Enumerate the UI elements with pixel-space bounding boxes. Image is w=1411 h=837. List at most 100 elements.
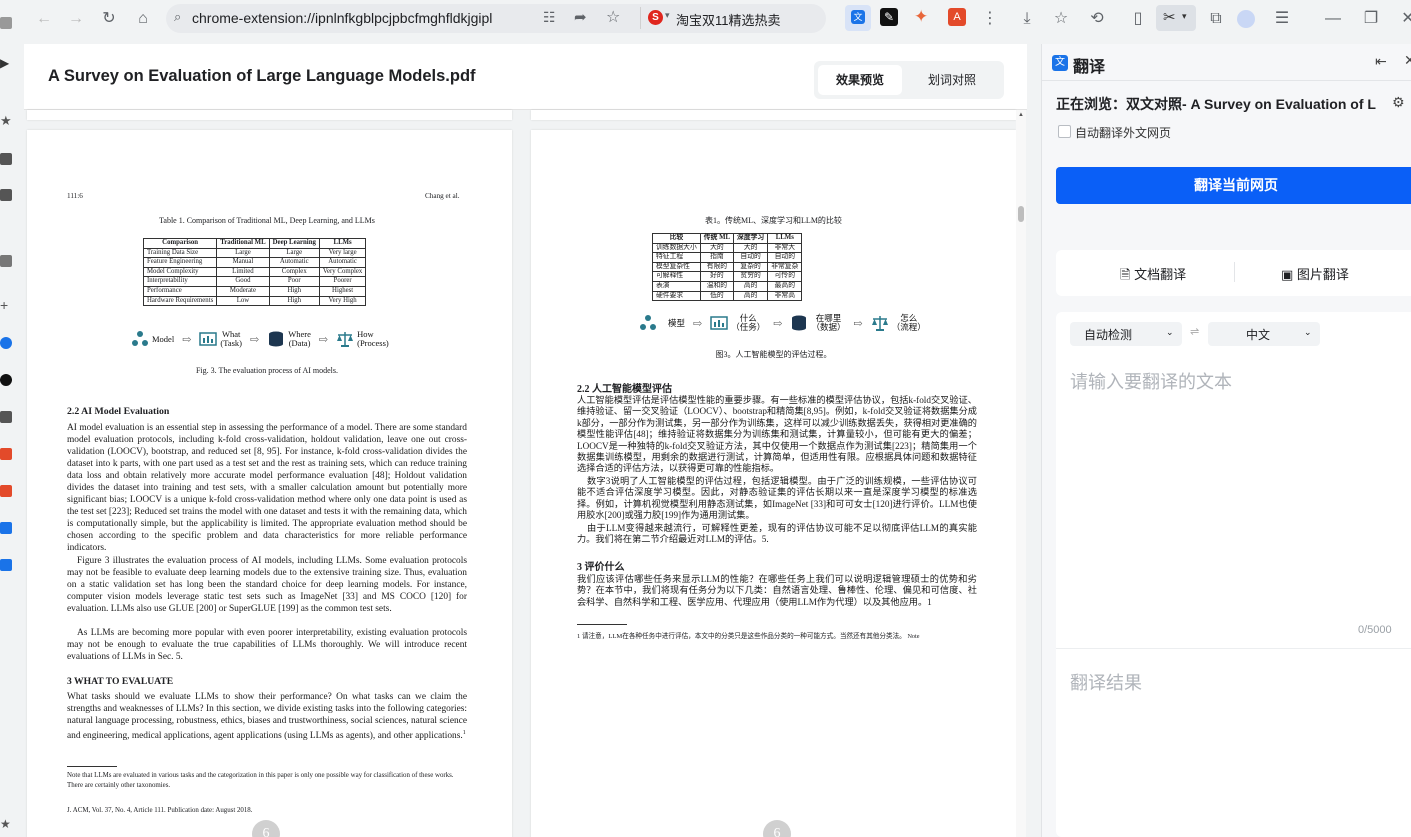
paragraph: What tasks should we evaluate LLMs to sh…: [67, 691, 467, 742]
scroll-up-icon[interactable]: ▲: [1018, 112, 1024, 118]
apps-icon[interactable]: [0, 189, 12, 201]
source-language-select[interactable]: 自动检测 ⌄: [1070, 322, 1182, 346]
pdf-viewer: A Survey on Evaluation of Large Language…: [24, 44, 1027, 837]
forward-icon[interactable]: →: [65, 8, 87, 30]
flow-where-sub: (Data): [288, 338, 311, 348]
table-row: Interpretability Good Poor Poorer: [142, 276, 367, 287]
table-cell: 大的: [733, 242, 769, 254]
reader-icon[interactable]: ☷: [543, 9, 556, 26]
table-cell: Very large: [318, 247, 367, 259]
table-cell: Feature Engineering: [142, 257, 218, 268]
target-language-select[interactable]: 中文 ⌄: [1208, 322, 1320, 346]
bookmark-link[interactable]: 淘宝双11精选热卖: [676, 10, 781, 29]
tab-document-label: 文档翻译: [1134, 267, 1187, 282]
pdf-icon[interactable]: A: [948, 8, 966, 26]
back-icon[interactable]: ←: [33, 8, 55, 30]
translate-ext-button[interactable]: 文: [845, 5, 871, 31]
add-icon[interactable]: +: [0, 297, 8, 313]
history-icon[interactable]: ⟲: [1086, 8, 1108, 30]
translation-result: 翻译结果: [1070, 673, 1142, 693]
previous-page-en: [27, 110, 512, 120]
search-icon: ⌕: [174, 9, 182, 24]
flow-what-sub: （任务）: [731, 322, 766, 332]
table-row: Model Complexity Limited Complex Very Compl…: [142, 266, 367, 278]
menu-icon[interactable]: ☰: [1271, 8, 1293, 30]
address-bar[interactable]: ⌕ chrome-extension://ipnlnfkgblpcjpbcfmg…: [166, 4, 826, 33]
minimize-icon[interactable]: —: [1322, 8, 1344, 30]
footnote-rule: [577, 624, 627, 625]
star-icon[interactable]: ★: [0, 113, 12, 129]
cut-button[interactable]: ✂ ▾: [1156, 5, 1196, 31]
translate-page-button[interactable]: 翻译当前网页: [1056, 167, 1411, 204]
flow-what-sub: (Task): [220, 338, 243, 348]
table-header-cell: 传统 ML: [699, 233, 735, 244]
abc-icon[interactable]: [0, 374, 12, 386]
footnote: Note that LLMs are evaluated in various …: [67, 772, 454, 789]
folder-icon[interactable]: [0, 411, 12, 423]
chevron-down-icon: ▾: [1182, 11, 1187, 21]
home-icon[interactable]: ⌂: [132, 8, 154, 30]
image-icon[interactable]: [0, 559, 12, 571]
translate-icon[interactable]: [0, 522, 12, 534]
table-cell: Very High: [318, 295, 367, 307]
tab-image[interactable]: ▣ 图片翻译: [1281, 264, 1349, 283]
flow-what: What (Task): [220, 330, 242, 348]
browsing-status: 正在浏览：双文对照- A Survey on Evaluation of L..…: [1056, 96, 1376, 112]
sparkle-icon[interactable]: ✦: [914, 7, 928, 27]
tab-document[interactable]: 🗎 文档翻译: [1120, 264, 1186, 288]
favorites-icon[interactable]: ☆: [1050, 8, 1072, 30]
model-icon: [132, 331, 148, 346]
section-heading: 3 WHAT TO EVALUATE: [67, 676, 174, 687]
share-icon[interactable]: ➦: [574, 8, 587, 26]
page-number: 6: [252, 820, 280, 837]
play-icon[interactable]: ▶: [0, 56, 9, 70]
table-cell: 表演: [652, 280, 701, 292]
star-icon[interactable]: ☆: [606, 7, 620, 27]
pdf-icon[interactable]: [0, 448, 12, 460]
document-icon: 🗎: [1120, 267, 1131, 282]
swap-icon[interactable]: ⇌: [1190, 325, 1199, 338]
table-header-cell: LLMs: [318, 238, 367, 249]
source-language-value: 自动检测: [1084, 328, 1133, 342]
table-cell: 自动的: [767, 252, 803, 263]
tabs-icon[interactable]: ⧉: [1205, 8, 1227, 30]
download-icon[interactable]: ⤓: [1016, 8, 1038, 30]
pen-icon[interactable]: ✎: [880, 8, 898, 26]
scrollbar-thumb[interactable]: [1018, 206, 1024, 222]
table-cell: 温和的: [699, 280, 735, 292]
close-icon[interactable]: ✕: [1397, 8, 1411, 30]
pdf-icon[interactable]: [0, 485, 12, 497]
database-icon: [792, 315, 807, 331]
chevron-down-icon[interactable]: ▾: [665, 10, 670, 21]
mode-compare-button[interactable]: 划词对照: [910, 65, 994, 95]
restore-icon[interactable]: ❐: [1360, 8, 1382, 30]
divider: [1234, 262, 1235, 282]
viewer-header: A Survey on Evaluation of Large Language…: [24, 44, 1027, 110]
paragraph: As LLMs are becoming more popular with e…: [67, 628, 467, 662]
table-header-cell: 比较: [652, 233, 701, 244]
auto-translate-checkbox[interactable]: [1058, 125, 1071, 138]
settings-icon[interactable]: ⚙: [1392, 94, 1405, 111]
source-text-input[interactable]: 请输入要翻译的文本: [1070, 368, 1232, 394]
table-row: Feature Engineering Manual Automatic Automa…: [142, 257, 367, 268]
task-icon: [710, 316, 728, 330]
avatar[interactable]: [1237, 10, 1255, 28]
table-row: 可解释性 好的 贫穷的 可怜的: [652, 271, 803, 282]
scrollbar[interactable]: ▲: [1016, 110, 1026, 837]
mode-preview-button[interactable]: 效果预览: [818, 65, 902, 95]
pin-icon[interactable]: ⇤: [1375, 53, 1387, 70]
extension-icon[interactable]: [0, 255, 12, 267]
section-heading: 3 评价什么: [577, 562, 625, 573]
table-cell: 可解释性: [652, 271, 701, 282]
folder-icon[interactable]: [0, 153, 12, 165]
footnote-text: 1 请注意，LLM在各种任务中进行评估，本文中的分类只是这些作品分类的一种可能方…: [577, 633, 906, 640]
mobile-icon[interactable]: ▯: [1127, 8, 1149, 30]
table-row: 表演 温和的 高的 最高的: [652, 280, 803, 292]
settings-icon[interactable]: ★: [0, 817, 11, 831]
table-cell: Poorer: [318, 276, 367, 287]
browser-toolbar: ← → ↻ ⌂ ⌕ chrome-extension://ipnlnfkgblp…: [0, 0, 1411, 37]
chat-icon[interactable]: [0, 337, 12, 349]
more-icon[interactable]: ⋮: [979, 8, 1001, 30]
close-icon[interactable]: ✕: [1404, 52, 1411, 69]
reload-icon[interactable]: ↻: [98, 8, 120, 30]
